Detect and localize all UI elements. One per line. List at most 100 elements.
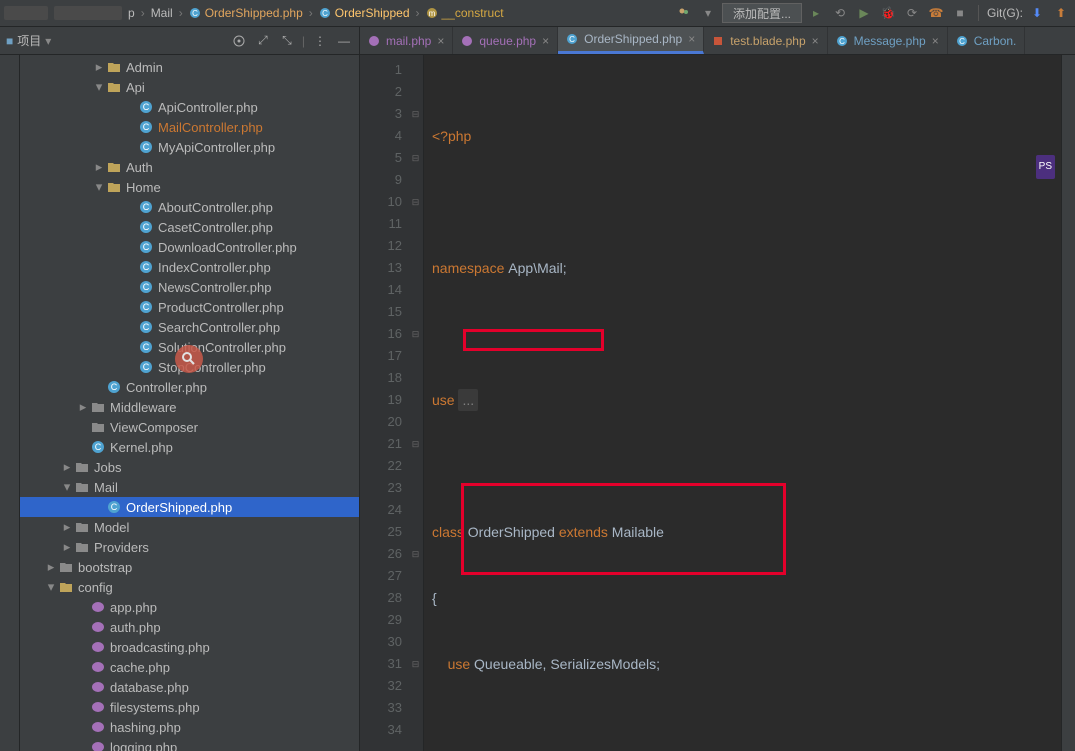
fold-marker[interactable] xyxy=(408,719,423,741)
line-number[interactable]: 29 xyxy=(360,609,402,631)
line-number[interactable]: 5 xyxy=(360,147,402,169)
tab-test-blade[interactable]: test.blade.php× xyxy=(704,27,827,54)
right-rail[interactable] xyxy=(1061,55,1075,751)
tree-item[interactable]: ▸Model xyxy=(20,517,359,537)
debug-icon[interactable]: 🐞 xyxy=(878,3,898,23)
fold-marker[interactable] xyxy=(408,565,423,587)
fold-marker[interactable]: ⊟ xyxy=(408,191,423,213)
line-number[interactable]: 20 xyxy=(360,411,402,433)
line-number[interactable]: 28 xyxy=(360,587,402,609)
tree-item[interactable]: auth.php xyxy=(20,617,359,637)
tree-item[interactable]: ▾config xyxy=(20,577,359,597)
line-number[interactable]: 34 xyxy=(360,719,402,741)
line-number[interactable]: 1 xyxy=(360,59,402,81)
fold-marker[interactable] xyxy=(408,301,423,323)
chevron-down-icon[interactable]: ▾ xyxy=(92,79,106,95)
chevron-down-icon[interactable]: ▾ xyxy=(60,479,74,495)
fold-marker[interactable] xyxy=(408,257,423,279)
tree-item[interactable]: CSearchController.php xyxy=(20,317,359,337)
line-number[interactable]: 13 xyxy=(360,257,402,279)
line-number[interactable]: 23 xyxy=(360,477,402,499)
fold-marker[interactable] xyxy=(408,675,423,697)
line-number[interactable] xyxy=(360,741,402,751)
tree-item[interactable]: ▾Api xyxy=(20,77,359,97)
fold-marker[interactable] xyxy=(408,697,423,719)
chevron-down-icon[interactable]: ▾ xyxy=(44,579,58,595)
tab-ordershipped[interactable]: C OrderShipped.php× xyxy=(558,27,704,54)
run-config-select[interactable]: 添加配置... xyxy=(722,3,802,23)
hide-icon[interactable]: — xyxy=(335,32,353,50)
tab-queue[interactable]: queue.php× xyxy=(453,27,558,54)
tree-item[interactable]: ViewComposer xyxy=(20,417,359,437)
tab-mail[interactable]: mail.php× xyxy=(360,27,453,54)
tree-item[interactable]: ▸Providers xyxy=(20,537,359,557)
tree-item[interactable]: CMailController.php xyxy=(20,117,359,137)
line-number[interactable]: 32 xyxy=(360,675,402,697)
chevron-right-icon[interactable]: ▸ xyxy=(76,399,90,415)
call-icon[interactable]: ☎ xyxy=(926,3,946,23)
tree-item[interactable]: ▸Admin xyxy=(20,57,359,77)
fold-marker[interactable] xyxy=(408,587,423,609)
tree-item[interactable]: cache.php xyxy=(20,657,359,677)
fold-marker[interactable] xyxy=(408,81,423,103)
close-icon[interactable]: × xyxy=(812,34,819,48)
close-icon[interactable]: × xyxy=(542,34,549,48)
line-number[interactable]: 22 xyxy=(360,455,402,477)
tree-item[interactable]: CCasetController.php xyxy=(20,217,359,237)
line-number[interactable]: 26 xyxy=(360,543,402,565)
chevron-down-icon[interactable]: ▾ xyxy=(92,179,106,195)
line-number[interactable]: 12 xyxy=(360,235,402,257)
fold-marker[interactable] xyxy=(408,367,423,389)
fold-marker[interactable]: ⊟ xyxy=(408,323,423,345)
tree-item[interactable]: CNewsController.php xyxy=(20,277,359,297)
more-icon[interactable]: ⋮ xyxy=(311,32,329,50)
tree-item[interactable]: CProductController.php xyxy=(20,297,359,317)
tree-item[interactable]: CController.php xyxy=(20,377,359,397)
tree-item[interactable]: CApiController.php xyxy=(20,97,359,117)
tree-item[interactable]: ▾Home xyxy=(20,177,359,197)
line-number[interactable]: 9 xyxy=(360,169,402,191)
fold-marker[interactable] xyxy=(408,499,423,521)
line-number[interactable]: 31 xyxy=(360,653,402,675)
chevron-right-icon[interactable]: ▸ xyxy=(92,59,106,75)
close-icon[interactable]: × xyxy=(437,34,444,48)
tree-item[interactable]: CIndexController.php xyxy=(20,257,359,277)
fold-marker[interactable] xyxy=(408,389,423,411)
close-icon[interactable]: × xyxy=(688,32,695,46)
tree-item[interactable]: ▸Middleware xyxy=(20,397,359,417)
line-number[interactable]: 3 xyxy=(360,103,402,125)
collapse-icon[interactable]: ⤡ xyxy=(278,32,296,50)
code-area[interactable]: PS <?php namespace App\Mail; use ... cla… xyxy=(424,55,1061,751)
line-number[interactable]: 30 xyxy=(360,631,402,653)
tree-item[interactable]: logging.php xyxy=(20,737,359,751)
tree-item[interactable]: ▸Auth xyxy=(20,157,359,177)
chevron-right-icon[interactable]: ▸ xyxy=(60,459,74,475)
tree-item[interactable]: ▾Mail xyxy=(20,477,359,497)
target-icon[interactable] xyxy=(230,32,248,50)
breadcrumb-item[interactable]: Mail xyxy=(147,6,177,20)
expand-icon[interactable]: ⤢ xyxy=(254,32,272,50)
breadcrumb-item[interactable]: p xyxy=(124,6,139,20)
back-icon[interactable]: ⟲ xyxy=(830,3,850,23)
play-icon[interactable]: ▶ xyxy=(854,3,874,23)
line-number[interactable]: 24 xyxy=(360,499,402,521)
tree-item[interactable]: ▸bootstrap xyxy=(20,557,359,577)
vcs-update-icon[interactable]: ⬇ xyxy=(1027,3,1047,23)
line-number[interactable]: 19 xyxy=(360,389,402,411)
gutter[interactable]: 1234591011121314151617181920212223242526… xyxy=(360,55,408,751)
line-number[interactable]: 15 xyxy=(360,301,402,323)
chevron-right-icon[interactable]: ▸ xyxy=(92,159,106,175)
fold-marker[interactable] xyxy=(408,213,423,235)
line-number[interactable]: 18 xyxy=(360,367,402,389)
line-number[interactable]: 11 xyxy=(360,213,402,235)
line-number[interactable]: 33 xyxy=(360,697,402,719)
top-toolbar[interactable]: p › Mail › C OrderShipped.php › C OrderS… xyxy=(0,0,1075,27)
project-tree[interactable]: ▸Admin▾ApiCApiController.phpCMailControl… xyxy=(20,55,360,751)
fold-marker[interactable] xyxy=(408,631,423,653)
fold-marker[interactable] xyxy=(408,741,423,751)
fold-marker[interactable] xyxy=(408,345,423,367)
fold-marker[interactable] xyxy=(408,169,423,191)
fold-marker[interactable]: ⊟ xyxy=(408,433,423,455)
left-rail[interactable] xyxy=(0,55,20,751)
fold-marker[interactable] xyxy=(408,279,423,301)
